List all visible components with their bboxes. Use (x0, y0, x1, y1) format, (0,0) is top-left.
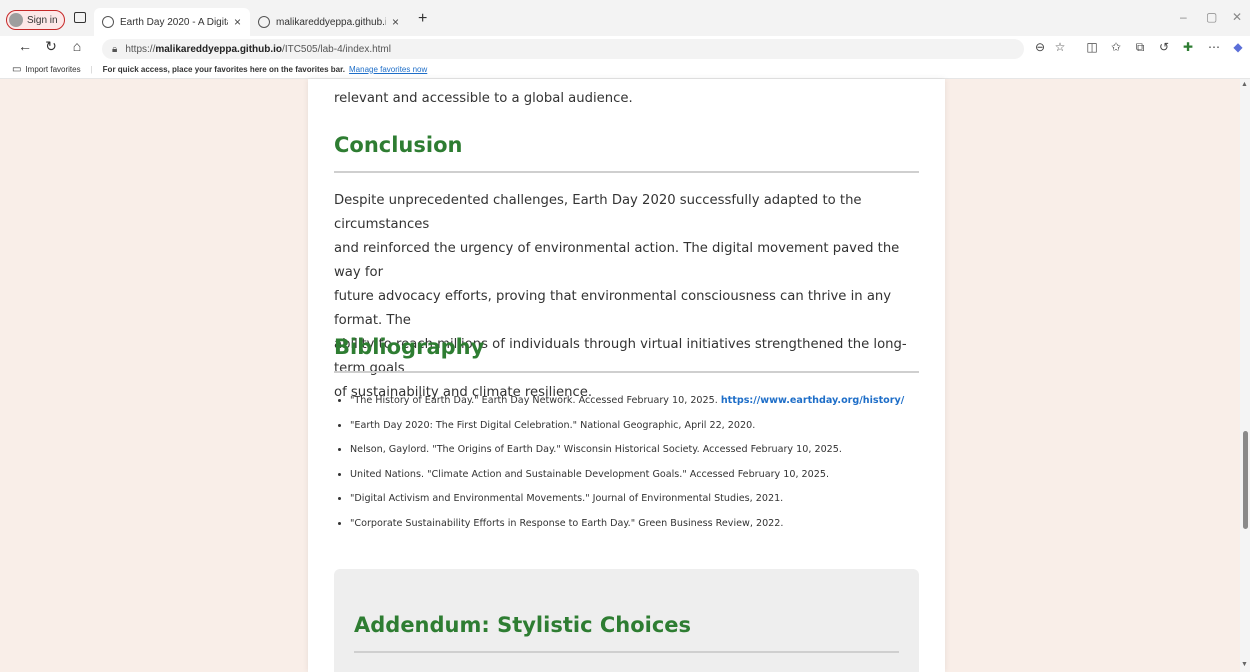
minimize-button[interactable]: – (1180, 10, 1187, 24)
url-domain: malikareddyeppa.github.io (155, 43, 283, 55)
tab-title: Earth Day 2020 - A Digital Moven (120, 16, 228, 28)
conclusion-line: future advocacy efforts, proving that en… (334, 289, 892, 328)
extensions-icon[interactable]: ✚ (1180, 40, 1196, 54)
bibliography-item: "Earth Day 2020: The First Digital Celeb… (350, 420, 919, 445)
back-icon[interactable]: ← (16, 38, 34, 54)
intro-tail: relevant and accessible to a global audi… (334, 91, 633, 106)
tab-github[interactable]: malikareddyeppa.github.io/ITC50 × (250, 8, 408, 36)
home-icon[interactable]: ⌂ (68, 38, 86, 54)
page-scrollbar[interactable]: ▲ ▼ (1240, 79, 1250, 672)
favorites-hint: For quick access, place your favorites h… (102, 64, 345, 74)
bibliography-item: United Nations. "Climate Action and Sust… (350, 469, 919, 494)
favorite-star-icon[interactable]: ☆ (1052, 40, 1068, 54)
import-favorites-icon: ▭ (12, 63, 22, 75)
tab-title: malikareddyeppa.github.io/ITC50 (276, 16, 386, 28)
url-field[interactable]: 🔒︎ https:// malikareddyeppa.github.io /I… (102, 39, 1024, 59)
divider: | (90, 64, 93, 74)
import-favorites-link[interactable]: Import favorites (25, 65, 80, 74)
browser-chrome: Sign in Earth Day 2020 - A Digital Moven… (0, 0, 1250, 79)
divider (354, 651, 899, 653)
favorites-icon[interactable]: ✩ (1108, 40, 1124, 54)
bibliography-item: "The History of Earth Day." Earth Day Ne… (350, 395, 919, 420)
lock-icon: 🔒︎ (112, 43, 118, 55)
bibliography-item: "Digital Activism and Environmental Move… (350, 493, 919, 518)
close-window-button[interactable]: ✕ (1232, 10, 1242, 24)
tab-bar: Sign in Earth Day 2020 - A Digital Moven… (0, 0, 1250, 36)
divider (334, 171, 919, 173)
close-tab-icon[interactable]: × (234, 15, 241, 29)
addendum-heading: Addendum: Stylistic Choices (354, 613, 692, 637)
url-prefix: https:// (125, 43, 156, 55)
avatar-icon (9, 13, 23, 27)
bibliography-list: "The History of Earth Day." Earth Day Ne… (334, 395, 919, 542)
globe-icon (258, 16, 270, 28)
addendum-box: Addendum: Stylistic Choices (334, 569, 919, 672)
address-bar: ← ↻ ⌂ 🔒︎ https:// malikareddyeppa.github… (0, 36, 1250, 60)
scroll-down-icon[interactable]: ▼ (1241, 661, 1248, 668)
scrollbar-thumb[interactable] (1243, 431, 1248, 529)
bibliography-item: "Corporate Sustainability Efforts in Res… (350, 518, 919, 543)
copilot-icon[interactable]: ◆ (1230, 40, 1246, 54)
conclusion-line: Despite unprecedented challenges, Earth … (334, 193, 862, 232)
url-path: /ITC505/lab-4/index.html (282, 43, 391, 55)
conclusion-line: and reinforced the urgency of environmen… (334, 241, 900, 280)
conclusion-heading: Conclusion (334, 133, 463, 157)
article-page: relevant and accessible to a global audi… (308, 79, 945, 672)
history-icon[interactable]: ↺ (1156, 40, 1172, 54)
manage-favorites-link[interactable]: Manage favorites now (349, 65, 427, 74)
more-icon[interactable]: ⋯ (1206, 40, 1222, 54)
bibliography-item: Nelson, Gaylord. "The Origins of Earth D… (350, 444, 919, 469)
divider (334, 371, 919, 373)
tab-actions-icon[interactable] (74, 12, 86, 23)
sign-in-label: Sign in (27, 14, 58, 26)
refresh-icon[interactable]: ↻ (42, 38, 60, 55)
globe-icon (102, 16, 114, 28)
tab-earth-day[interactable]: Earth Day 2020 - A Digital Moven × (94, 8, 250, 36)
restore-button[interactable]: ▢ (1206, 10, 1217, 24)
split-screen-icon[interactable]: ◫ (1084, 40, 1100, 54)
favorites-bar: ▭ Import favorites | For quick access, p… (0, 60, 1250, 79)
earthday-history-link[interactable]: https://www.earthday.org/history/ (721, 395, 904, 406)
collections-icon[interactable]: ⧉ (1132, 40, 1148, 55)
bibliography-heading: Bibliography (334, 335, 485, 359)
zoom-icon[interactable]: ⊖ (1032, 40, 1048, 54)
scroll-up-icon[interactable]: ▲ (1241, 81, 1248, 88)
sign-in-button[interactable]: Sign in (6, 10, 65, 30)
citation-text: "The History of Earth Day." Earth Day Ne… (350, 395, 721, 406)
close-tab-icon[interactable]: × (392, 15, 399, 29)
new-tab-button[interactable]: + (418, 10, 427, 28)
